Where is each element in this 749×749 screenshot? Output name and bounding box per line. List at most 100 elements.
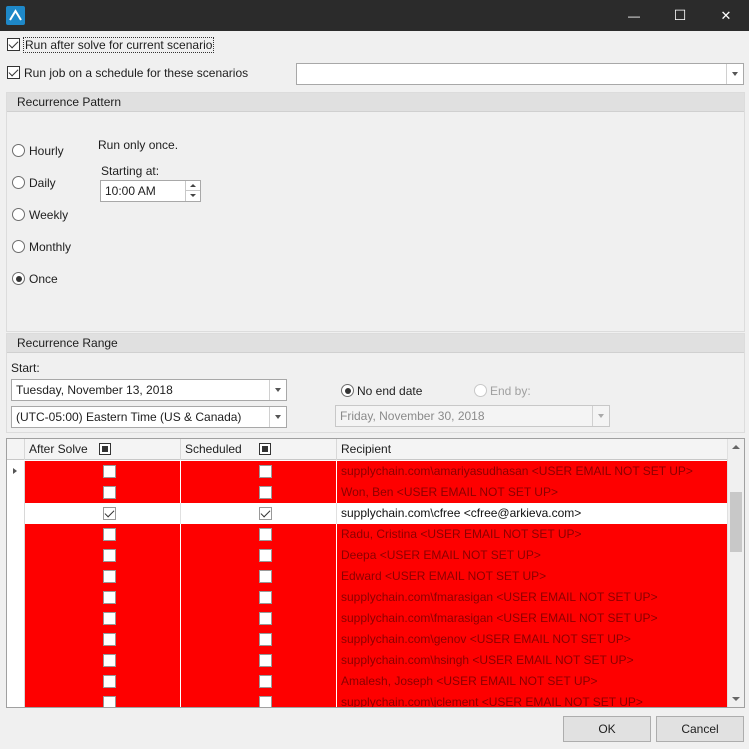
cancel-button[interactable]: Cancel <box>656 716 744 742</box>
maximize-button[interactable]: ☐ <box>657 0 703 31</box>
table-row[interactable]: Won, Ben <USER EMAIL NOT SET UP> <box>7 482 727 503</box>
chevron-down-icon[interactable] <box>269 380 286 400</box>
scheduled-checkbox[interactable] <box>259 486 272 499</box>
recurrence-pattern-group: Recurrence Pattern <box>6 92 745 332</box>
row-selector[interactable] <box>7 482 25 503</box>
after-solve-checkbox[interactable] <box>103 549 116 562</box>
recipient-cell: Amalesh, Joseph <USER EMAIL NOT SET UP> <box>337 671 727 692</box>
after-solve-checkbox[interactable] <box>103 591 116 604</box>
spin-up-icon[interactable] <box>186 181 200 191</box>
radio-end-by[interactable] <box>474 384 487 397</box>
radio-once-label[interactable]: Once <box>29 272 58 286</box>
spin-down-icon[interactable] <box>186 191 200 201</box>
row-selector[interactable] <box>7 545 25 566</box>
scroll-down-icon[interactable] <box>732 697 740 701</box>
end-by-label[interactable]: End by: <box>490 384 531 398</box>
scheduled-checkbox[interactable] <box>259 612 272 625</box>
after-solve-cell <box>25 629 181 650</box>
table-row[interactable]: supplychain.com\cfree <cfree@arkieva.com… <box>7 503 727 524</box>
after-solve-cell <box>25 545 181 566</box>
table-row[interactable]: Amalesh, Joseph <USER EMAIL NOT SET UP> <box>7 671 727 692</box>
chevron-down-icon[interactable] <box>726 64 743 84</box>
row-selector[interactable] <box>7 629 25 650</box>
after-solve-checkbox[interactable] <box>103 507 116 520</box>
row-selector[interactable] <box>7 608 25 629</box>
radio-weekly-label[interactable]: Weekly <box>29 208 68 222</box>
after-solve-checkbox[interactable] <box>103 486 116 499</box>
scheduled-checkbox[interactable] <box>259 675 272 688</box>
table-row[interactable]: supplychain.com\hsingh <USER EMAIL NOT S… <box>7 650 727 671</box>
row-selector[interactable] <box>7 503 25 524</box>
recipient-cell: supplychain.com\genov <USER EMAIL NOT SE… <box>337 629 727 650</box>
scrollbar-thumb[interactable] <box>730 492 742 552</box>
table-row[interactable]: supplychain.com\jclement <USER EMAIL NOT… <box>7 692 727 707</box>
scheduled-cell <box>181 524 337 545</box>
column-header-after-solve[interactable]: After Solve <box>25 439 181 460</box>
after-solve-select-all-checkbox[interactable] <box>99 443 111 455</box>
scheduled-checkbox[interactable] <box>259 549 272 562</box>
row-selector[interactable] <box>7 524 25 545</box>
scheduled-checkbox[interactable] <box>259 696 272 707</box>
radio-monthly-label[interactable]: Monthly <box>29 240 71 254</box>
table-row[interactable]: supplychain.com\genov <USER EMAIL NOT SE… <box>7 629 727 650</box>
radio-no-end-date[interactable] <box>341 384 354 397</box>
column-header-recipient-label: Recipient <box>341 442 392 456</box>
table-row[interactable]: supplychain.com\fmarasigan <USER EMAIL N… <box>7 608 727 629</box>
scheduled-checkbox[interactable] <box>259 465 272 478</box>
row-selector[interactable] <box>7 461 25 482</box>
close-button[interactable]: ✕ <box>703 0 749 31</box>
scheduled-checkbox[interactable] <box>259 528 272 541</box>
after-solve-checkbox[interactable] <box>103 528 116 541</box>
scheduled-checkbox[interactable] <box>259 633 272 646</box>
scroll-up-icon[interactable] <box>732 445 740 449</box>
no-end-date-label[interactable]: No end date <box>357 384 422 398</box>
after-solve-cell <box>25 608 181 629</box>
timezone-select[interactable]: (UTC-05:00) Eastern Time (US & Canada) <box>11 406 287 428</box>
table-row[interactable]: Edward <USER EMAIL NOT SET UP> <box>7 566 727 587</box>
start-date-picker[interactable]: Tuesday, November 13, 2018 <box>11 379 287 401</box>
ok-button[interactable]: OK <box>563 716 651 742</box>
row-selector[interactable] <box>7 692 25 707</box>
radio-weekly[interactable] <box>12 208 25 221</box>
table-row[interactable]: supplychain.com\amariyasudhasan <USER EM… <box>7 461 727 482</box>
run-after-solve-checkbox[interactable] <box>7 38 20 51</box>
row-selector[interactable] <box>7 566 25 587</box>
chevron-down-icon[interactable] <box>269 407 286 427</box>
run-on-schedule-checkbox[interactable] <box>7 66 20 79</box>
radio-daily[interactable] <box>12 176 25 189</box>
radio-hourly[interactable] <box>12 144 25 157</box>
table-row[interactable]: Deepa <USER EMAIL NOT SET UP> <box>7 545 727 566</box>
row-selector[interactable] <box>7 650 25 671</box>
after-solve-checkbox[interactable] <box>103 633 116 646</box>
grid-scrollbar[interactable] <box>727 439 744 707</box>
row-selector[interactable] <box>7 671 25 692</box>
minimize-button[interactable]: — <box>611 0 657 31</box>
after-solve-cell <box>25 650 181 671</box>
end-by-date-picker[interactable]: Friday, November 30, 2018 <box>335 405 610 427</box>
run-after-solve-label[interactable]: Run after solve for current scenario <box>23 37 215 53</box>
after-solve-checkbox[interactable] <box>103 465 116 478</box>
scheduled-checkbox[interactable] <box>259 570 272 583</box>
table-row[interactable]: Radu, Cristina <USER EMAIL NOT SET UP> <box>7 524 727 545</box>
scheduled-select-all-checkbox[interactable] <box>259 443 271 455</box>
after-solve-checkbox[interactable] <box>103 675 116 688</box>
scheduled-checkbox[interactable] <box>259 654 272 667</box>
scenario-combo[interactable] <box>296 63 744 85</box>
column-header-recipient[interactable]: Recipient <box>337 439 727 460</box>
table-row[interactable]: supplychain.com\fmarasigan <USER EMAIL N… <box>7 587 727 608</box>
radio-hourly-label[interactable]: Hourly <box>29 144 64 158</box>
radio-daily-label[interactable]: Daily <box>29 176 56 190</box>
run-on-schedule-label[interactable]: Run job on a schedule for these scenario… <box>24 66 248 80</box>
radio-once[interactable] <box>12 272 25 285</box>
after-solve-checkbox[interactable] <box>103 612 116 625</box>
column-header-scheduled[interactable]: Scheduled <box>181 439 337 460</box>
chevron-down-icon[interactable] <box>592 406 609 426</box>
after-solve-checkbox[interactable] <box>103 654 116 667</box>
after-solve-checkbox[interactable] <box>103 570 116 583</box>
after-solve-checkbox[interactable] <box>103 696 116 707</box>
radio-monthly[interactable] <box>12 240 25 253</box>
scheduled-checkbox[interactable] <box>259 507 272 520</box>
starting-at-time-input[interactable]: 10:00 AM <box>100 180 201 202</box>
row-selector[interactable] <box>7 587 25 608</box>
scheduled-checkbox[interactable] <box>259 591 272 604</box>
